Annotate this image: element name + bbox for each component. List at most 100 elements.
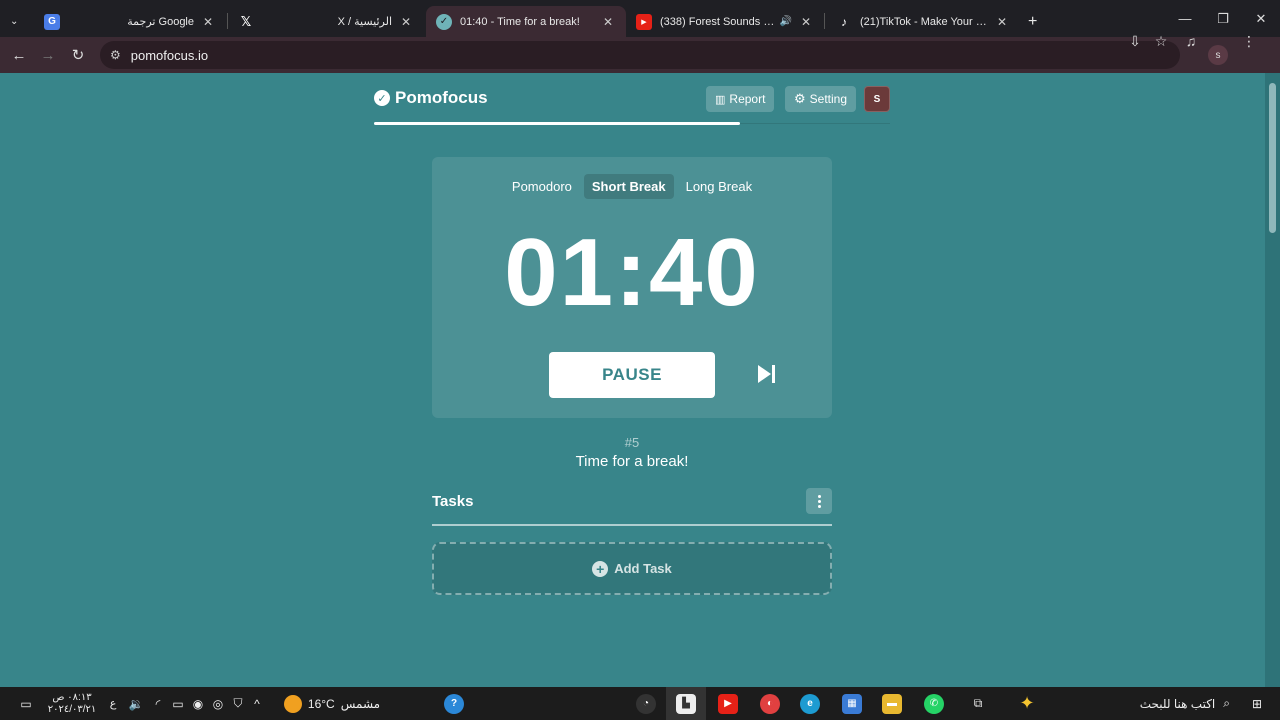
shield-icon[interactable]: ⛉ <box>228 687 248 720</box>
task-view-icon[interactable]: ⧉ <box>966 687 990 720</box>
close-icon[interactable]: ✕ <box>200 15 216 29</box>
skip-next-button[interactable] <box>754 362 778 386</box>
weather-temp: 16°C <box>307 696 335 711</box>
app-header: ✓ Pomofocus ▥ Report ⚙ Setting S <box>374 86 890 116</box>
bar-chart-icon: ▥ <box>715 93 726 106</box>
session-counter[interactable]: #5 <box>432 435 832 450</box>
tab-google-translate[interactable]: G ترجمة Google ✕ <box>34 6 226 37</box>
skip-next-icon <box>758 365 775 383</box>
copilot-icon[interactable]: ✦ <box>1002 687 1052 720</box>
address-bar[interactable]: ⚙ pomofocus.io <box>100 41 1180 69</box>
tab-pomofocus[interactable]: ✓ 01:40 - Time for a break! ✕ <box>426 6 626 37</box>
app-name: Pomofocus <box>395 88 488 107</box>
browser-toolbar: ← → ↻ ⚙ pomofocus.io ⇩ ☆ ♫ s ⋮ <box>0 33 1280 73</box>
add-task-button[interactable]: + Add Task <box>432 542 832 595</box>
help-icon[interactable]: ? <box>442 687 466 720</box>
arrow-right-icon: → <box>40 46 56 64</box>
chevron-down-icon: ⌄ <box>10 16 19 27</box>
scrollbar[interactable] <box>1265 73 1280 687</box>
tasks-header: Tasks <box>432 488 832 514</box>
setting-button[interactable]: ⚙ Setting <box>785 86 857 112</box>
pomofocus-icon: ✓ <box>436 13 452 30</box>
sun-icon <box>283 694 302 713</box>
install-app-icon[interactable]: ⇩ <box>1122 27 1148 55</box>
reload-icon: ↻ <box>71 47 85 64</box>
scrollbar-thumb[interactable] <box>1269 83 1276 233</box>
windows-start-icon[interactable]: ⊞ <box>1244 687 1270 720</box>
menu-kebab-icon[interactable]: ⋮ <box>1236 27 1262 55</box>
tab-tiktok[interactable]: ♪ (21)TikTok - Make Your Day ✕ <box>826 6 1020 37</box>
sync-icon[interactable]: ◎ <box>208 687 228 720</box>
store-icon[interactable]: ▦ <box>840 687 864 720</box>
plus-circle-icon: + <box>592 560 609 577</box>
status-message: Time for a break! <box>575 453 689 470</box>
weather-text: مشمس <box>340 696 381 711</box>
close-icon[interactable]: ✕ <box>600 15 616 29</box>
app-recorder-icon[interactable]: ◔ <box>634 687 658 720</box>
weather-widget[interactable]: 16°C مشمس <box>282 687 382 720</box>
report-label: Report <box>729 92 766 106</box>
language-indicator[interactable]: ع <box>106 687 120 720</box>
new-tab-button[interactable]: + <box>1022 6 1048 37</box>
tab-long-break[interactable]: Long Break <box>678 174 761 199</box>
chevron-up-icon[interactable]: ^ <box>248 687 266 720</box>
back-button[interactable]: ← <box>4 40 34 70</box>
timer-progress-bar <box>374 122 890 125</box>
clock-date: ٢٠٢٤/٠٣/٢١ <box>47 703 97 715</box>
youtube-taskbar-icon[interactable]: ▶ <box>716 687 740 720</box>
tab-short-break[interactable]: Short Break <box>583 174 674 199</box>
mode-tabs: Pomodoro Short Break Long Break <box>432 174 832 199</box>
check-circle-icon: ✓ <box>374 90 390 106</box>
tab-title: (21)TikTok - Make Your Day <box>860 15 988 28</box>
tab-pomodoro[interactable]: Pomodoro <box>504 174 580 199</box>
timer-display: 01:40 <box>504 219 760 326</box>
close-icon[interactable]: ✕ <box>798 15 814 29</box>
folder-icon[interactable]: ▬ <box>880 687 904 720</box>
volume-icon[interactable]: 🔉 <box>126 687 146 720</box>
tab-search-button[interactable]: ⌄ <box>0 6 34 37</box>
arrow-left-icon: ← <box>11 46 27 64</box>
chrome-taskbar-icon[interactable]: ▙ <box>666 687 706 720</box>
timer-card: Pomodoro Short Break Long Break 01:40 PA… <box>432 157 832 418</box>
speaker-icon[interactable]: 🔊 <box>780 16 792 27</box>
clock[interactable]: ٠٨:١٣ ص ٢٠٢٤/٠٣/٢١ <box>42 687 102 720</box>
battery-icon[interactable]: ▭ <box>168 687 188 720</box>
tasks-title: Tasks <box>432 493 474 510</box>
pause-button[interactable]: PAUSE <box>549 352 715 398</box>
browser-tab-bar: ⌄ G ترجمة Google ✕ 𝕏 X / الرئيسية ✕ ✓ 01… <box>0 0 1280 37</box>
google-translate-icon: G <box>44 13 60 30</box>
close-icon[interactable]: ✕ <box>994 15 1010 29</box>
edge-icon[interactable]: e <box>798 687 822 720</box>
profile-avatar[interactable]: s <box>1208 45 1228 65</box>
tab-youtube[interactable]: ▶ (338) Forest Sounds | Wood 🔊 ✕ <box>626 6 824 37</box>
search-placeholder: اكتب هنا للبحث <box>1139 696 1216 711</box>
x-icon: 𝕏 <box>240 13 252 29</box>
bookmark-star-icon[interactable]: ☆ <box>1148 27 1174 55</box>
tab-title: 01:40 - Time for a break! <box>460 15 580 28</box>
url-text: pomofocus.io <box>130 47 209 63</box>
setting-label: Setting <box>809 92 848 106</box>
tab-x[interactable]: 𝕏 X / الرئيسية ✕ <box>228 6 424 37</box>
tab-title: (338) Forest Sounds | Wood <box>660 15 776 28</box>
tab-title: ترجمة Google <box>127 16 194 28</box>
close-icon[interactable]: ✕ <box>398 15 414 29</box>
youtube-icon: ▶ <box>636 13 652 30</box>
tasks-menu-button[interactable] <box>806 488 832 514</box>
app-logo[interactable]: ✓ Pomofocus <box>374 88 488 108</box>
tiktok-icon: ♪ <box>841 14 847 29</box>
report-button[interactable]: ▥ Report <box>706 86 775 112</box>
forward-button[interactable]: → <box>33 40 63 70</box>
search-box[interactable]: اكتب هنا للبحث ⌕ <box>1100 687 1230 720</box>
os-taskbar: ▭ ٠٨:١٣ ص ٢٠٢٤/٠٣/٢١ ع 🔉 ◜ ▭ ◉ ◎ ⛉ ^ 16°… <box>0 687 1280 720</box>
notification-icon[interactable]: ▭ <box>14 687 38 720</box>
media-controls-icon[interactable]: ♫ <box>1178 27 1204 55</box>
record-icon[interactable]: ◉ <box>188 687 208 720</box>
site-info-icon[interactable]: ⚙ <box>110 48 121 62</box>
wifi-icon[interactable]: ◜ <box>148 687 168 720</box>
tab-title: X / الرئيسية <box>337 16 392 28</box>
timer-progress-fill <box>374 122 740 125</box>
reload-button[interactable]: ↻ <box>63 40 93 70</box>
whatsapp-icon[interactable]: ✆ <box>922 687 946 720</box>
media-app-icon[interactable]: ◐ <box>758 687 782 720</box>
user-avatar[interactable]: S <box>864 86 890 112</box>
